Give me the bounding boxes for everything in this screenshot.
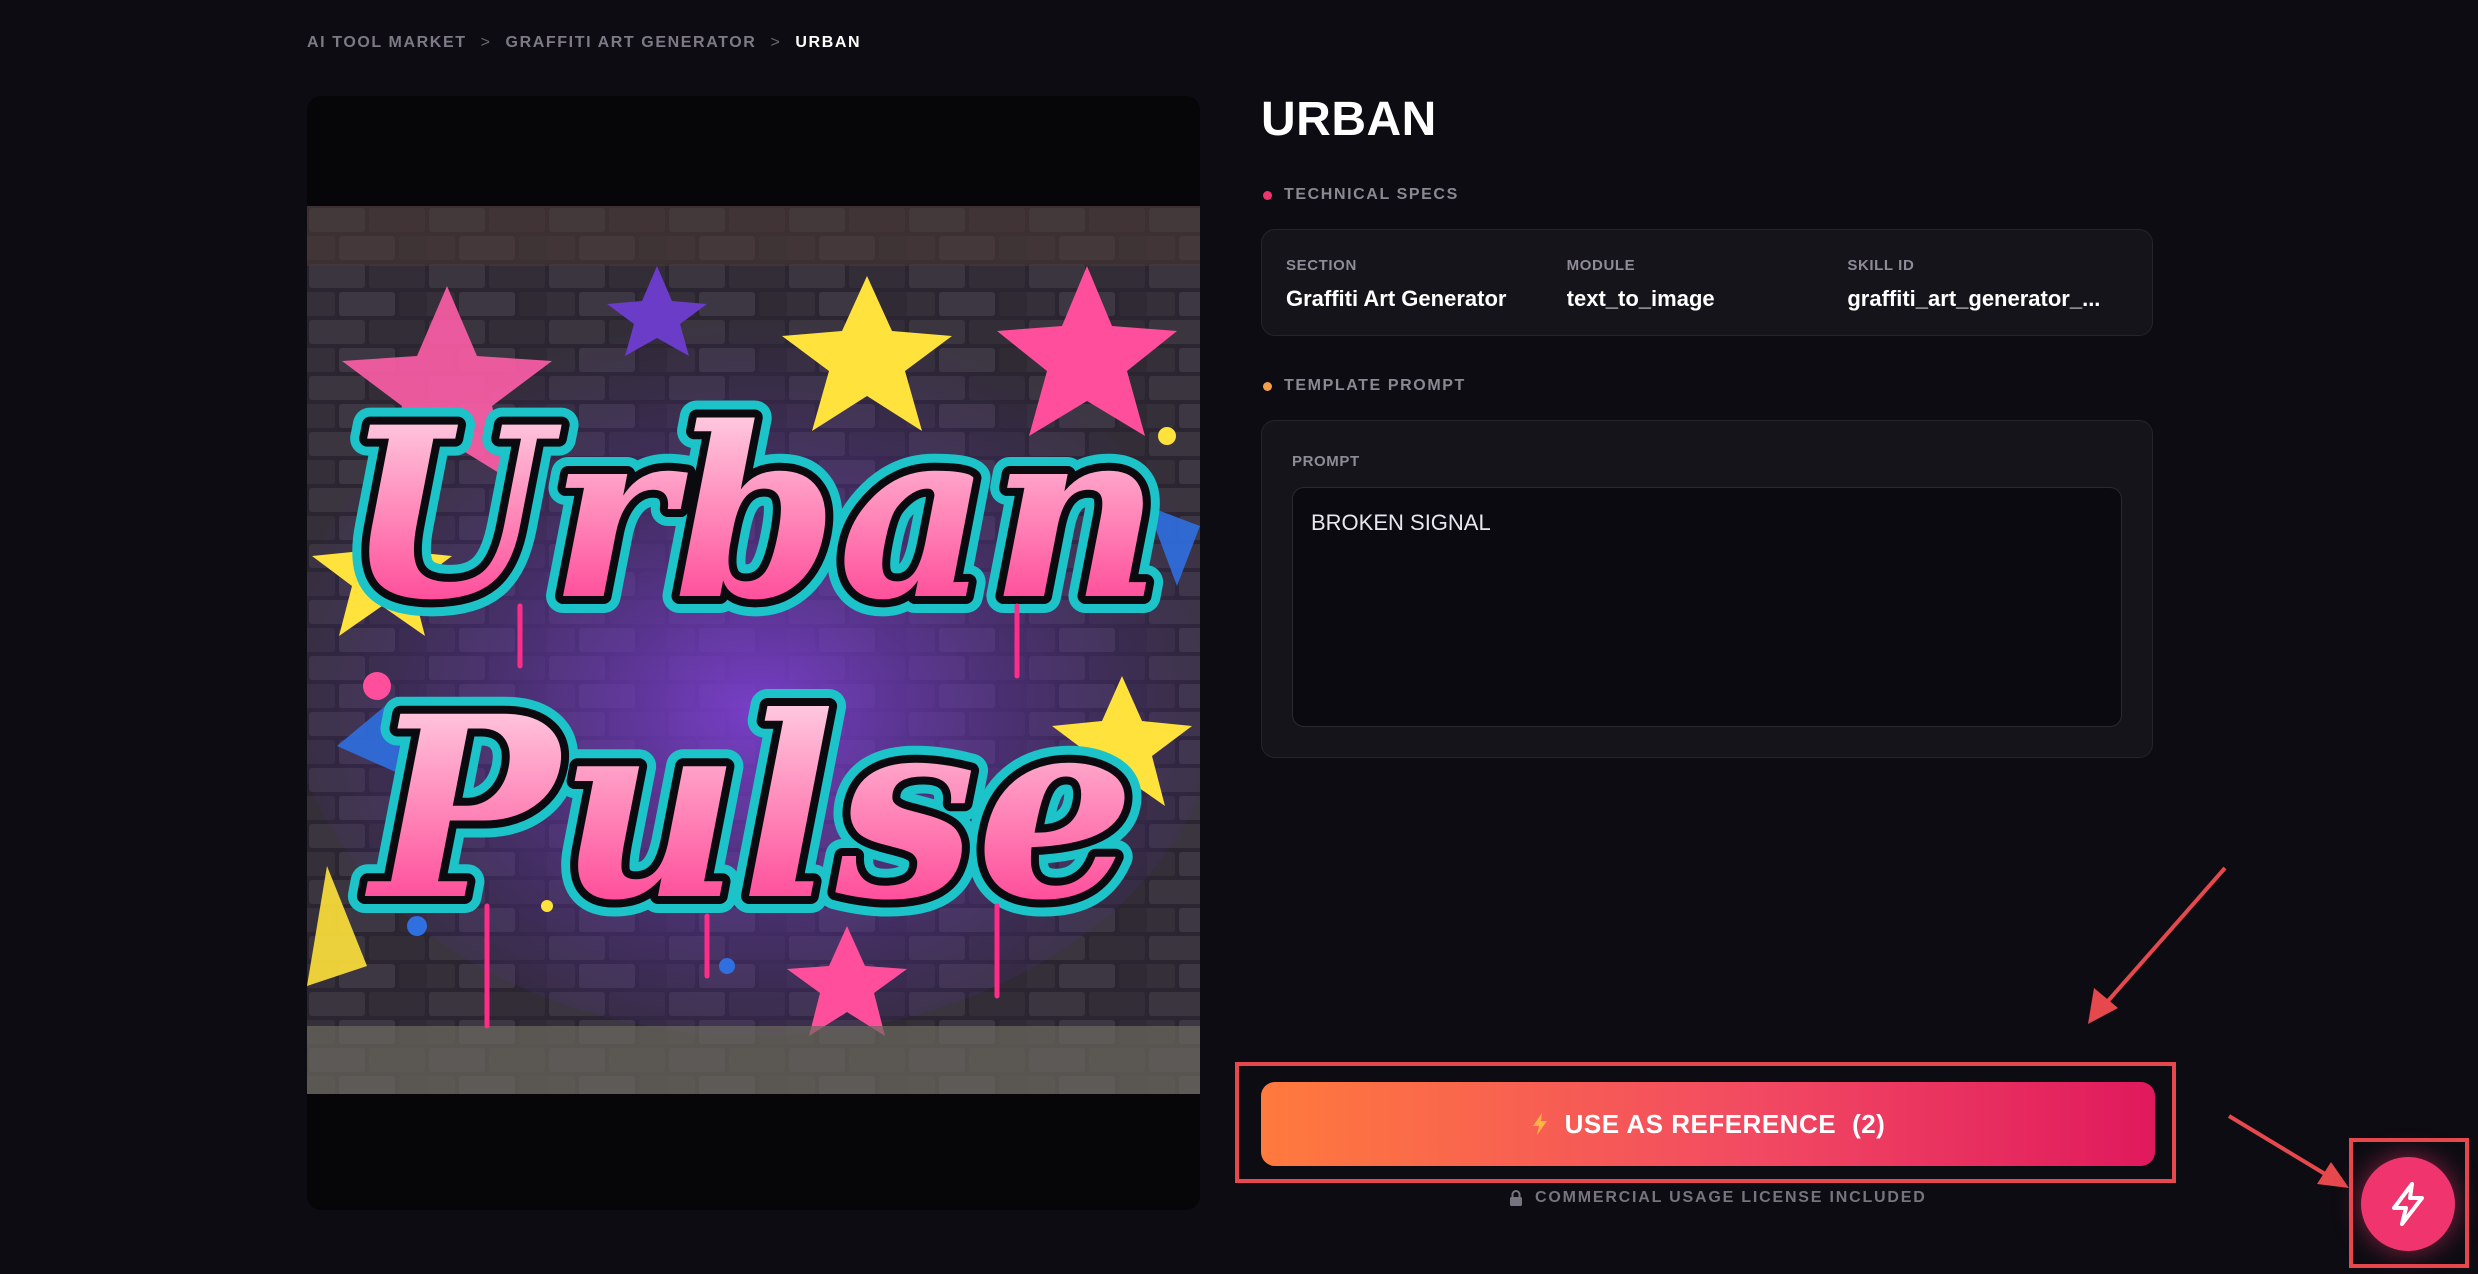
breadcrumb-item-ai-tool-market[interactable]: AI TOOL MARKET	[307, 34, 467, 52]
prompt-textarea[interactable]: BROKEN SIGNAL	[1292, 487, 2122, 727]
spec-module-value: text_to_image	[1566, 286, 1715, 311]
prompt-label: PROMPT	[1292, 453, 1360, 470]
orange-dot-icon	[1263, 381, 1272, 391]
spec-skill-id-label: SKILL ID	[1847, 257, 1915, 274]
lock-icon	[1510, 1190, 1522, 1206]
breadcrumb-current: URBAN	[795, 34, 862, 51]
license-note: COMMERCIAL USAGE LICENSE INCLUDED	[1509, 1189, 1927, 1207]
annotation-arrow-icon	[2227, 1114, 2349, 1188]
license-text: COMMERCIAL USAGE LICENSE INCLUDED	[1535, 1189, 1927, 1206]
spec-module: MODULE text_to_image	[1567, 230, 1848, 335]
technical-specs-heading: TECHNICAL SPECS	[1263, 186, 1459, 204]
page-title: URBAN	[1261, 93, 1437, 146]
svg-text:Pulse: Pulse	[365, 661, 1136, 955]
quick-generate-fab[interactable]	[2361, 1157, 2455, 1251]
breadcrumb-separator: >	[770, 34, 782, 51]
spec-skill-id: SKILL ID graffiti_art_generator_...	[1847, 230, 2128, 335]
technical-specs-card: SECTION Graffiti Art Generator MODULE te…	[1261, 229, 2153, 336]
spec-section: SECTION Graffiti Art Generator	[1286, 230, 1567, 335]
graffiti-artwork-image: Urban Urban Urban Pulse Pulse Pulse	[307, 206, 1200, 1094]
template-prompt-card: PROMPT BROKEN SIGNAL	[1261, 420, 2153, 758]
annotation-arrow-icon	[2088, 866, 2227, 1024]
technical-specs-label: TECHNICAL SPECS	[1284, 186, 1459, 203]
use-as-reference-button[interactable]: USE AS REFERENCE (2)	[1261, 1082, 2155, 1166]
bolt-icon	[2392, 1182, 2424, 1226]
template-prompt-heading: TEMPLATE PROMPT	[1263, 377, 1466, 395]
template-prompt-label: TEMPLATE PROMPT	[1284, 377, 1466, 394]
breadcrumb: AI TOOL MARKET > GRAFFITI ART GENERATOR …	[307, 34, 861, 52]
use-as-reference-count: (2)	[1852, 1108, 1886, 1139]
pink-dot-icon	[1263, 190, 1272, 200]
image-preview-panel: Urban Urban Urban Pulse Pulse Pulse	[307, 96, 1200, 1210]
breadcrumb-separator: >	[480, 34, 492, 51]
spec-section-label: SECTION	[1286, 257, 1357, 274]
breadcrumb-item-graffiti-art-generator[interactable]: GRAFFITI ART GENERATOR	[506, 34, 757, 52]
bolt-icon	[1532, 1113, 1547, 1135]
use-as-reference-label: USE AS REFERENCE	[1564, 1108, 1837, 1139]
spec-skill-id-value: graffiti_art_generator_...	[1847, 286, 2101, 311]
spec-section-value: Graffiti Art Generator	[1286, 286, 1507, 311]
svg-text:Urban: Urban	[345, 376, 1161, 652]
spec-module-label: MODULE	[1566, 257, 1636, 274]
